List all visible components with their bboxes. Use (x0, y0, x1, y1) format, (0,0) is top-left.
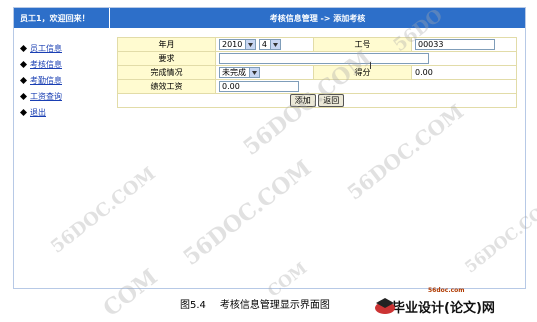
sidebar-item-employee-info[interactable]: 员工信息 (20, 40, 105, 56)
completion-select-value: 未完成 (222, 68, 246, 77)
year-select-value: 2010 (222, 40, 243, 49)
chevron-down-icon (249, 68, 259, 77)
sidebar-item-attendance-info[interactable]: 考勤信息 (20, 72, 105, 88)
logo-domain: 56doc.com (428, 287, 465, 294)
welcome-header: 员工1，欢迎回来！ (14, 8, 109, 28)
add-button[interactable]: 添加 (289, 94, 316, 107)
chevron-down-icon (270, 40, 280, 49)
figure-caption: 图5.4 考核信息管理显示界面图 (180, 296, 330, 311)
diamond-bullet-icon (20, 92, 27, 100)
month-select[interactable]: 4 (258, 39, 281, 50)
job-no-cell (411, 37, 517, 52)
requirement-label: 要求 (117, 51, 216, 66)
completion-cell: 未完成 (215, 65, 314, 80)
score-label: 得分 (313, 65, 412, 80)
figure-number: 图5.4 (180, 300, 206, 311)
requirement-cell (215, 51, 517, 66)
sidebar-item-label[interactable]: 考勤信息 (30, 75, 62, 86)
diamond-bullet-icon (20, 44, 27, 52)
requirement-input[interactable] (219, 53, 429, 64)
job-no-label: 工号 (313, 37, 412, 52)
sidebar-item-label[interactable]: 员工信息 (30, 43, 62, 54)
job-no-input[interactable] (415, 39, 495, 50)
sidebar-item-label[interactable]: 退出 (30, 107, 46, 118)
chevron-down-icon (245, 40, 256, 49)
score-cell: 0.00 (411, 65, 517, 80)
sidebar-item-label[interactable]: 工资查询 (30, 91, 62, 102)
figure-title: 考核信息管理显示界面图 (219, 300, 330, 311)
sidebar-nav: 员工信息 考核信息 考勤信息 工资查询 退出 (20, 40, 105, 120)
diamond-bullet-icon (20, 60, 27, 68)
buttons-row: 添加 返回 (117, 93, 517, 108)
app-frame: 员工1，欢迎回来！ 考核信息管理 -> 添加考核 员工信息 考核信息 考勤信息 … (13, 7, 526, 289)
back-button[interactable]: 返回 (318, 94, 345, 107)
sidebar-item-salary-query[interactable]: 工资查询 (20, 88, 105, 104)
year-month-label: 年月 (117, 37, 216, 52)
site-logo: 56doc.com 毕业设计(论文)网 (372, 287, 532, 317)
year-select[interactable]: 2010 (219, 39, 257, 50)
assessment-form: 年月 2010 4 工号 要求 完成情况 (117, 37, 517, 108)
completion-label: 完成情况 (117, 65, 216, 80)
page-title: 考核信息管理 -> 添加考核 (110, 8, 525, 28)
bonus-label: 绩效工资 (117, 79, 216, 94)
text-cursor-icon: I (369, 61, 372, 72)
sidebar-item-logout[interactable]: 退出 (20, 104, 105, 120)
sidebar-item-label[interactable]: 考核信息 (30, 59, 62, 70)
bonus-cell (215, 79, 517, 94)
diamond-bullet-icon (20, 108, 27, 116)
diamond-bullet-icon (20, 76, 27, 84)
sidebar-item-assessment-info[interactable]: 考核信息 (20, 56, 105, 72)
score-value: 0.00 (415, 68, 433, 77)
graduation-cap-icon (375, 298, 395, 314)
logo-brand: 毕业设计(论文)网 (392, 300, 495, 316)
year-month-cell: 2010 4 (215, 37, 314, 52)
completion-select[interactable]: 未完成 (219, 67, 260, 78)
bonus-input[interactable] (219, 81, 299, 92)
month-select-value: 4 (261, 40, 267, 49)
